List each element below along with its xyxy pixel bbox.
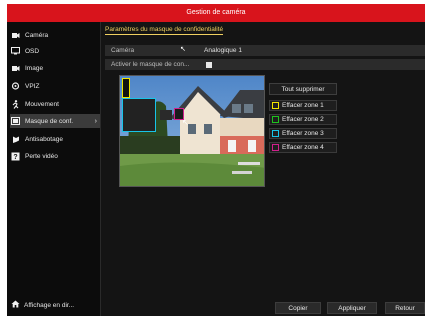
pointer-icon: ↖ [182,118,189,127]
sidebar-item-label: Mouvement [25,100,59,108]
privacy-mask-icon [10,116,20,126]
live-view-button[interactable]: Affichage en dir... [10,298,100,312]
zone-1-swatch [272,102,279,109]
image-icon [10,63,20,73]
clear-all-button[interactable]: Tout supprimer [269,83,337,95]
camera-select[interactable]: Analogique 1 [200,47,425,54]
enable-mask-label: Activer le masque de con... [111,61,190,68]
chevron-right-icon: › [94,117,97,125]
display-icon [10,46,20,56]
clear-zone-4-button[interactable]: Effacer zone 4 [269,142,337,153]
sidebar-item-video-loss[interactable]: ? Perte vidéo [10,149,100,163]
camera-select-row[interactable]: Caméra Analogique 1 ↖ [105,45,425,56]
live-view-label: Affichage en dir... [24,301,75,309]
camera-preview[interactable]: ↖ [119,75,265,187]
sidebar-item-image[interactable]: Image [10,61,100,75]
svg-text:?: ? [13,154,17,161]
sidebar-item-label: Antisabotage [25,135,63,143]
clear-zone-label: Effacer zone 3 [282,130,324,137]
sidebar-item-label: Image [25,64,44,72]
camera-management-window: Gestion de caméra Caméra OSD Image VPIZ [7,4,425,316]
clear-zone-3-button[interactable]: Effacer zone 3 [269,128,337,139]
copy-button[interactable]: Copier [275,302,321,314]
clear-zone-2-button[interactable]: Effacer zone 2 [269,114,337,125]
home-icon [10,300,20,310]
privacy-zone-1[interactable] [122,78,130,98]
privacy-zone-2[interactable] [160,110,172,120]
enable-mask-checkbox[interactable] [206,61,212,68]
window-title: Gestion de caméra [7,4,425,22]
tamper-icon [10,134,20,144]
sidebar-item-label: Perte vidéo [25,152,58,160]
sidebar-item-camera[interactable]: Caméra [10,28,100,42]
zone-3-swatch [272,130,279,137]
zone-4-swatch [272,144,279,151]
sidebar-item-ptz[interactable]: VPIZ [10,79,100,93]
sidebar-item-osd[interactable]: OSD [10,44,100,58]
sidebar-item-label: VPIZ [25,82,40,90]
camera-icon [10,30,20,40]
sidebar-item-privacy-mask[interactable]: Masque de conf. › [10,114,100,128]
main-panel: Paramètres du masque de confidentialité … [103,22,425,316]
sidebar-item-label: Masque de conf. [25,117,74,125]
sidebar-item-label: Caméra [25,31,49,39]
motion-icon [10,99,20,109]
mouse-cursor-icon: ↖ [180,46,186,53]
clear-zone-label: Effacer zone 4 [282,144,324,151]
back-button[interactable]: Retour [385,302,425,314]
sidebar-item-tamper[interactable]: Antisabotage [10,132,100,146]
tab-privacy-mask-settings[interactable]: Paramètres du masque de confidentialité [105,26,224,35]
privacy-zone-3[interactable] [122,98,156,132]
sidebar-item-label: OSD [25,47,40,55]
clear-zone-label: Effacer zone 2 [282,116,324,123]
sidebar: Caméra OSD Image VPIZ Mouvement Masque d… [7,22,101,316]
sidebar-item-motion[interactable]: Mouvement [10,97,100,111]
clear-zone-1-button[interactable]: Effacer zone 1 [269,100,337,111]
apply-button[interactable]: Appliquer [327,302,377,314]
video-loss-icon: ? [10,151,20,161]
clear-zone-label: Effacer zone 1 [282,102,324,109]
ptz-icon [10,81,20,91]
zone-2-swatch [272,116,279,123]
enable-mask-row: Activer le masque de con... [105,59,425,70]
